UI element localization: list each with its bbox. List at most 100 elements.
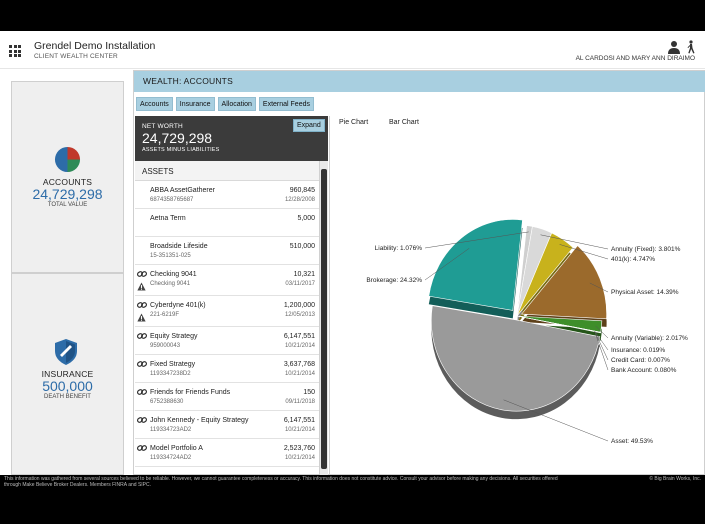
app-subtitle: CLIENT WEALTH CENTER: [34, 53, 118, 60]
asset-row[interactable]: Checking 9041 Checking 9041 10,321 03/11/20…: [135, 265, 319, 296]
asset-account-number: 119334724AD2: [150, 455, 192, 461]
panel-title: WEALTH: ACCOUNTS: [134, 71, 705, 92]
asset-name: Friends for Friends Funds: [150, 389, 231, 396]
logout-walking-icon[interactable]: [685, 40, 696, 54]
asset-row[interactable]: Model Portfolio A 119334724AD2 2,523,760 10…: [135, 439, 319, 467]
asset-date: 10/21/2014: [284, 427, 315, 433]
footer: This information was gathered from sever…: [0, 475, 705, 493]
footer-copyright: © Big Brain Works, Inc.: [649, 476, 701, 482]
accounts-total-value: 24,729,298: [32, 186, 103, 202]
accounts-sub-label: TOTAL VALUE: [47, 202, 88, 208]
asset-value: 5,000: [297, 215, 315, 222]
tab-accounts[interactable]: Accounts: [136, 97, 173, 111]
allocation-chart-area: Pie Chart Bar Chart Brokerage: 24.32% Lia…: [329, 116, 705, 475]
net-worth-box: NET WORTH 24,729,298 ASSETS MINUS LIABIL…: [135, 116, 328, 161]
asset-row[interactable]: ABBA AssetGatherer 6874358765687 960,845 12…: [135, 181, 319, 209]
asset-name: John Kennedy - Equity Strategy: [150, 417, 249, 424]
pie-slice-label: Bank Account: 0.080%: [611, 367, 677, 374]
asset-name: Aetna Term: [150, 215, 186, 222]
pie-slice-label: Asset: 49.53%: [611, 438, 653, 445]
asset-account-number: 959000043: [150, 343, 181, 349]
asset-value: 6,147,551: [283, 333, 315, 340]
pie-slice-label: Annuity (Fixed): 3.801%: [611, 246, 681, 253]
warning-icon: [137, 313, 146, 322]
linked-account-icon: [137, 361, 147, 367]
asset-date: 12/28/2008: [284, 197, 315, 203]
app-title: Grendel Demo Installation: [34, 40, 156, 52]
asset-value: 1,200,000: [283, 302, 315, 309]
insurance-card[interactable]: INSURANCE 500,000 DEATH BENEFIT: [11, 273, 124, 475]
asset-account-number: 221-6219F: [150, 312, 180, 318]
linked-account-icon: [137, 302, 147, 308]
asset-value: 150: [303, 389, 315, 396]
user-profile-icon[interactable]: [667, 40, 681, 54]
linked-account-icon: [137, 389, 147, 395]
asset-row[interactable]: Broadside Lifeside 15-351351-025 510,000: [135, 237, 319, 265]
pie-slice-label: Insurance: 0.019%: [611, 347, 665, 354]
asset-account-number: 6874358765687: [150, 197, 194, 203]
asset-account-number: 15-351351-025: [150, 253, 191, 259]
asset-name: Equity Strategy: [150, 333, 198, 340]
apps-grid-icon[interactable]: [9, 45, 21, 57]
net-worth-label: NET WORTH: [142, 123, 183, 130]
pie-slice-label: Physical Asset: 14.39%: [611, 289, 679, 296]
asset-value: 10,321: [293, 271, 315, 278]
pie-slice-label: Brokerage: 24.32%: [366, 277, 422, 284]
pie-slice-label: Liability: 1.076%: [375, 245, 423, 252]
tab-insurance[interactable]: Insurance: [175, 97, 215, 111]
app-header: Grendel Demo Installation CLIENT WEALTH …: [0, 31, 705, 69]
asset-value: 510,000: [289, 243, 315, 250]
scrollbar-thumb[interactable]: [321, 169, 327, 469]
accounts-card[interactable]: ACCOUNTS 24,729,298 TOTAL VALUE: [11, 81, 124, 273]
net-worth-sub-label: ASSETS MINUS LIABILITIES: [142, 147, 220, 153]
asset-name: ABBA AssetGatherer: [150, 187, 215, 194]
pie-slice-label: 401(k): 4.747%: [611, 256, 655, 263]
warning-icon: [137, 282, 146, 291]
tab-external-feeds[interactable]: External Feeds: [258, 97, 314, 111]
pie-chart-icon: [54, 146, 81, 173]
asset-name: Cyberdyne 401(k): [150, 302, 206, 309]
linked-account-icon: [137, 271, 147, 277]
asset-row[interactable]: John Kennedy - Equity Strategy 119334723A…: [135, 411, 319, 439]
asset-row[interactable]: Aetna Term 5,000: [135, 209, 319, 237]
asset-account-number: 119334723AD2: [150, 427, 192, 433]
linked-account-icon: [137, 445, 147, 451]
asset-date: 10/21/2014: [284, 343, 315, 349]
net-worth-value: 24,729,298: [142, 130, 213, 146]
asset-row[interactable]: Cyberdyne 401(k) 221-6219F 1,200,000 12/05/…: [135, 296, 319, 327]
asset-account-number: Checking 9041: [150, 281, 191, 287]
asset-account-number: 6752388630: [150, 399, 184, 405]
asset-row[interactable]: Fixed Strategy 1193347238D2 3,637,768 10/21…: [135, 355, 319, 383]
wealth-accounts-panel: WEALTH: ACCOUNTS Accounts Insurance Allo…: [133, 70, 705, 475]
asset-date: 10/21/2014: [284, 455, 315, 461]
assets-scrollbar[interactable]: [319, 161, 328, 475]
insurance-value: 500,000: [42, 378, 93, 394]
pie-slice-brokerage[interactable]: [428, 219, 523, 311]
asset-account-number: 1193347238D2: [150, 371, 191, 377]
insurance-sub-label: DEATH BENEFIT: [44, 394, 91, 400]
allocation-pie-chart: Brokerage: 24.32% Liability: 1.076% Annuit…: [366, 219, 688, 445]
asset-name: Checking 9041: [150, 271, 197, 278]
asset-value: 6,147,551: [283, 417, 315, 424]
asset-row[interactable]: Friends for Friends Funds 6752388630 150 09…: [135, 383, 319, 411]
linked-account-icon: [137, 417, 147, 423]
asset-date: 09/11/2018: [285, 399, 315, 405]
expand-button[interactable]: Expand: [293, 119, 325, 132]
assets-list: ABBA AssetGatherer 6874358765687 960,845 12…: [135, 181, 319, 475]
pie-slice-label: Credit Card: 0.007%: [611, 357, 670, 364]
tab-allocation[interactable]: Allocation: [217, 97, 256, 111]
asset-row[interactable]: Equity Strategy 959000043 6,147,551 10/21/2…: [135, 327, 319, 355]
assets-header: ASSETS: [135, 161, 319, 181]
linked-account-icon: [137, 333, 147, 339]
footer-disclaimer-line-2: through Make Believe Broker Dealers. Mem…: [4, 482, 152, 488]
pie-slice-label: Annuity (Variable): 2.017%: [611, 335, 688, 342]
panel-tabs: Accounts Insurance Allocation External F…: [136, 97, 314, 111]
asset-date: 03/11/2017: [285, 281, 315, 287]
asset-name: Broadside Lifeside: [150, 243, 208, 250]
asset-date: 10/21/2014: [284, 371, 315, 377]
shield-icon: [55, 339, 77, 365]
asset-date: 12/05/2013: [284, 312, 315, 318]
asset-value: 3,637,768: [283, 361, 315, 368]
user-names: AL CARDOSI AND MARY ANN DIRAIMO: [575, 55, 695, 62]
asset-name: Model Portfolio A: [150, 445, 203, 452]
